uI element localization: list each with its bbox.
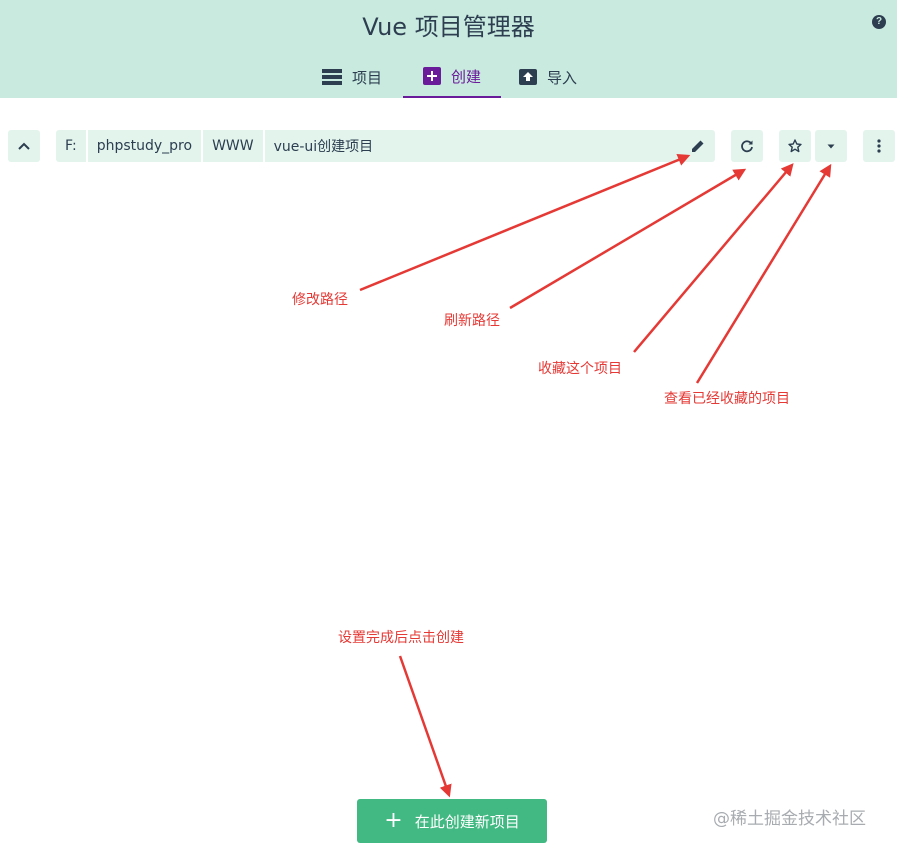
breadcrumb-item[interactable]: vue-ui创建项目 xyxy=(265,130,383,162)
tab-label: 导入 xyxy=(547,68,578,87)
arrow-to-dropdown xyxy=(695,163,832,384)
favorite-button[interactable] xyxy=(779,130,811,162)
annotation-edit-path: 修改路径 xyxy=(292,292,348,308)
create-button-label: 在此创建新项目 xyxy=(414,812,520,831)
create-project-button[interactable]: + 在此创建新项目 xyxy=(357,799,547,843)
breadcrumb-item[interactable]: F: xyxy=(56,130,88,162)
star-outline-icon xyxy=(788,139,802,153)
annotation-arrows xyxy=(359,153,832,798)
plus-icon: + xyxy=(384,808,403,833)
annotation-favorite-project: 收藏这个项目 xyxy=(538,361,622,377)
path-breadcrumb: F: phpstudy_pro WWW vue-ui创建项目 xyxy=(56,130,715,162)
refresh-button[interactable] xyxy=(731,130,763,162)
breadcrumb-item[interactable]: WWW xyxy=(203,130,265,162)
annotation-refresh-path: 刷新路径 xyxy=(444,313,500,329)
annotation-click-create: 设置完成后点击创建 xyxy=(338,630,464,646)
help-icon[interactable]: ? xyxy=(872,15,886,29)
tab-import[interactable]: 导入 xyxy=(519,56,577,98)
tab-create[interactable]: 创建 xyxy=(403,56,501,98)
plus-box-icon xyxy=(422,67,441,85)
vue-project-manager: Vue 项目管理器 ? 项目 创建 导入 F: phpstudy_pro WWW… xyxy=(0,0,897,848)
chevron-up-icon xyxy=(18,142,30,150)
breadcrumb-item[interactable]: phpstudy_pro xyxy=(88,130,204,162)
edit-path-icon[interactable] xyxy=(690,138,706,154)
tab-projects[interactable]: 项目 xyxy=(322,56,382,98)
tab-label: 项目 xyxy=(352,68,383,87)
page-title: Vue 项目管理器 xyxy=(362,13,535,41)
arrow-to-edit xyxy=(359,153,691,292)
favorites-dropdown-button[interactable] xyxy=(815,130,847,162)
more-vertical-icon xyxy=(877,139,881,153)
refresh-icon xyxy=(741,140,753,153)
annotation-view-favorites: 查看已经收藏的项目 xyxy=(664,391,790,407)
arrow-to-refresh xyxy=(509,168,747,310)
main-tabs: 项目 创建 导入 xyxy=(0,56,897,98)
arrow-to-favorite xyxy=(633,163,794,353)
arrow-to-create xyxy=(398,655,452,798)
watermark: @稀土掘金技术社区 xyxy=(713,809,866,829)
app-header: Vue 项目管理器 ? 项目 创建 导入 xyxy=(0,0,897,98)
caret-down-icon xyxy=(827,144,835,148)
upload-icon xyxy=(519,69,537,85)
tab-label: 创建 xyxy=(450,67,481,86)
more-options-button[interactable] xyxy=(863,130,895,162)
folder-up-button[interactable] xyxy=(8,130,40,162)
list-icon xyxy=(322,69,342,85)
